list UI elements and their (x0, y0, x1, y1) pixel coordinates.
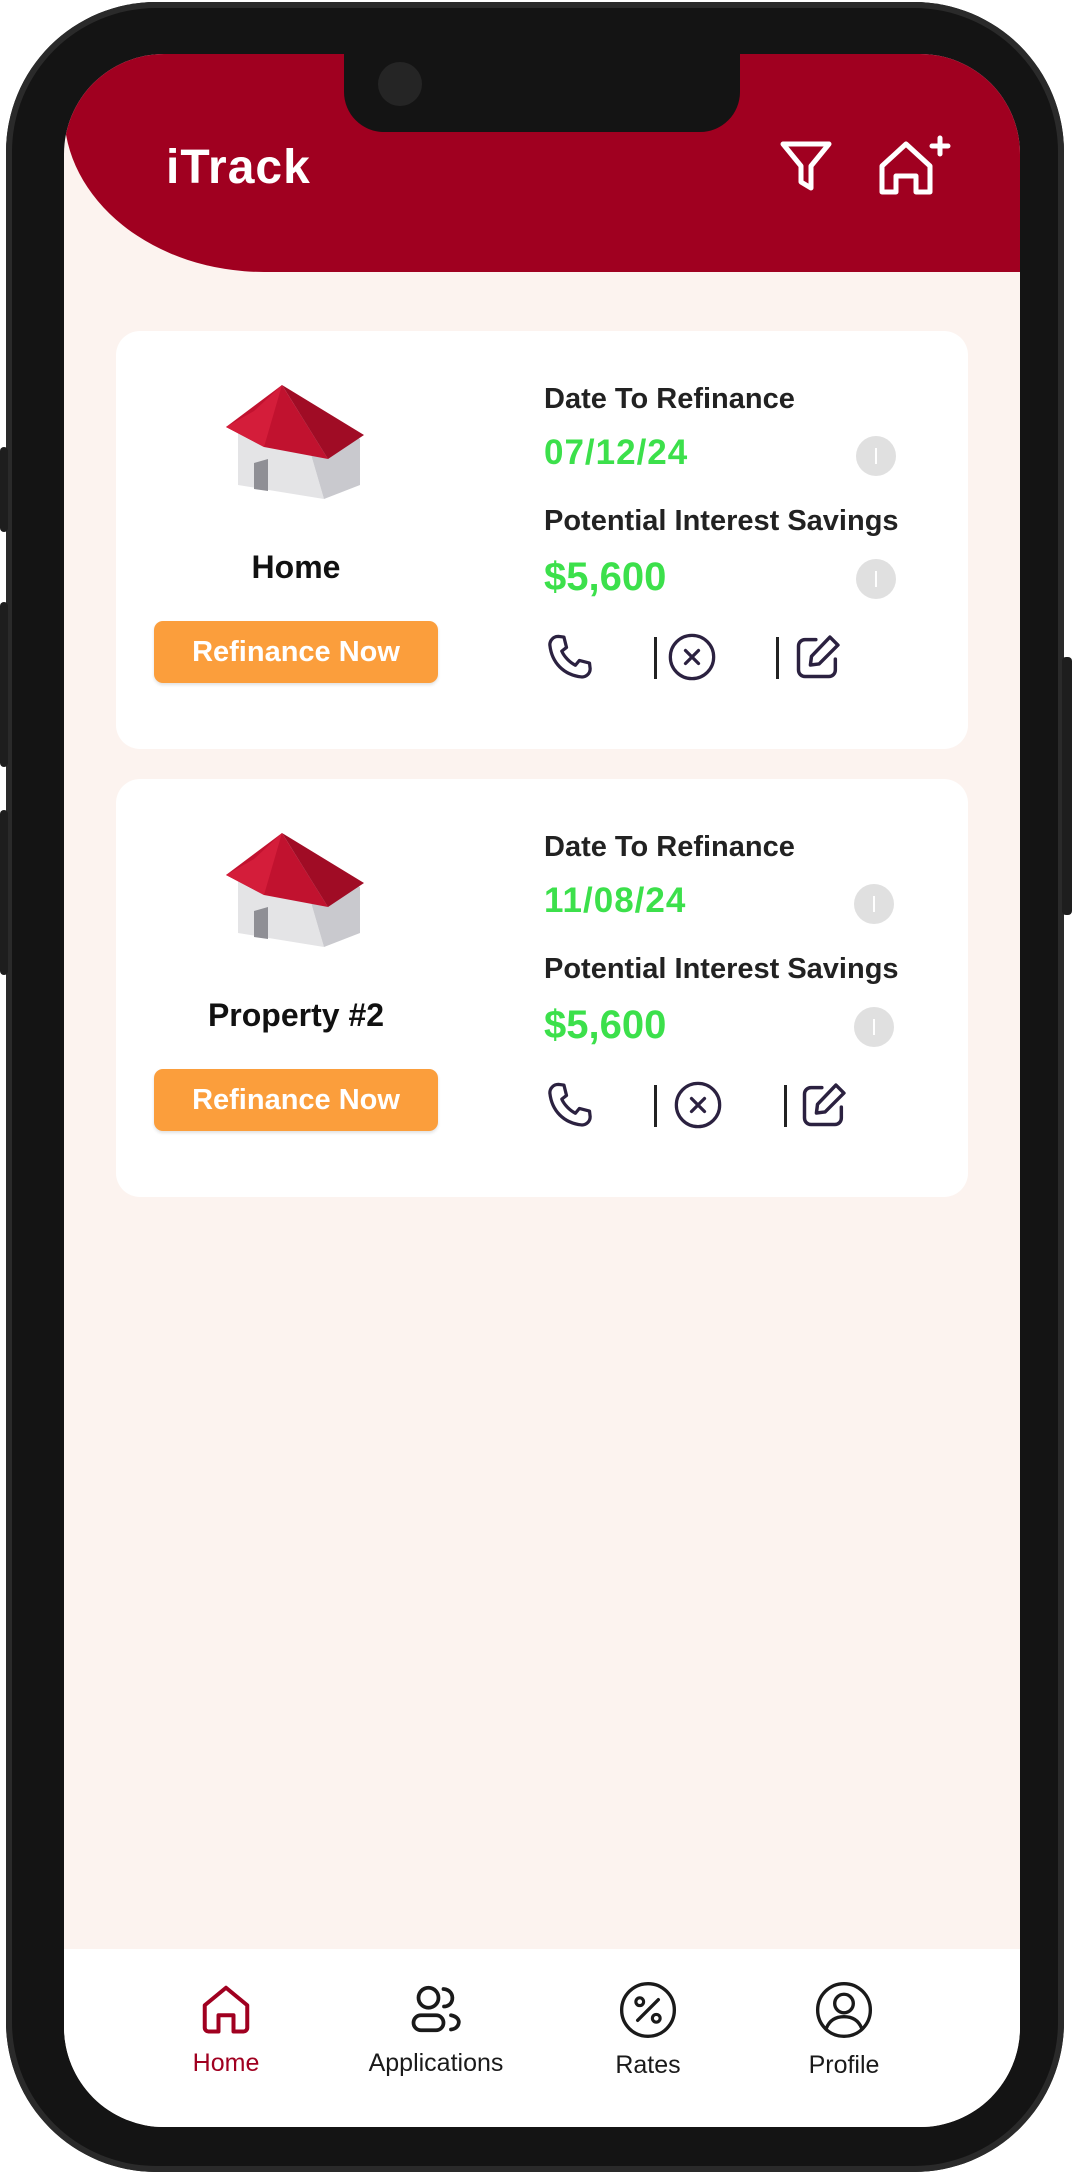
nav-profile[interactable]: Profile (744, 1979, 944, 2080)
refinance-now-button[interactable]: Refinance Now (154, 621, 438, 683)
edit-icon[interactable] (798, 1079, 850, 1131)
home-icon (202, 1985, 250, 2034)
nav-rates[interactable]: Rates (548, 1979, 748, 2080)
date-to-refinance-label: Date To Refinance (544, 383, 795, 415)
property-name: Home (251, 549, 341, 585)
divider (654, 1085, 657, 1127)
app-title: iTrack (166, 141, 311, 194)
cancel-icon[interactable] (666, 631, 718, 683)
potential-savings-value: $5,600 (544, 1003, 667, 1047)
date-to-refinance-label: Date To Refinance (544, 831, 795, 863)
mute-switch (0, 447, 8, 532)
cancel-icon[interactable] (672, 1079, 724, 1131)
volume-down-button (0, 810, 8, 975)
users-icon (411, 1985, 461, 2033)
info-icon[interactable] (856, 559, 896, 599)
filter-icon[interactable] (778, 138, 834, 196)
nav-label: Applications (368, 2049, 504, 2077)
info-icon[interactable] (854, 884, 894, 924)
percent-icon (619, 1981, 677, 2039)
potential-savings-label: Potential Interest Savings (544, 953, 899, 985)
phone-icon[interactable] (544, 631, 596, 683)
divider (654, 637, 657, 679)
nav-label: Rates (615, 2051, 681, 2079)
nav-label: Home (192, 2049, 260, 2077)
app-screen: iTrack Home Refinance Now Date To Refina… (64, 54, 1020, 2127)
edit-icon[interactable] (792, 631, 844, 683)
add-home-icon[interactable] (876, 134, 956, 200)
volume-up-button (0, 602, 8, 767)
divider (776, 637, 779, 679)
info-icon[interactable] (856, 436, 896, 476)
house-icon (226, 385, 364, 499)
divider (784, 1085, 787, 1127)
property-card: Home Refinance Now Date To Refinance 07/… (116, 331, 968, 749)
nav-applications[interactable]: Applications (336, 1979, 536, 2078)
bottom-nav: Home Applications Rates Profile (64, 1949, 1020, 2127)
nav-home[interactable]: Home (126, 1979, 326, 2078)
property-name: Property #2 (207, 997, 385, 1033)
phone-icon[interactable] (544, 1079, 596, 1131)
phone-frame: iTrack Home Refinance Now Date To Refina… (0, 2, 1072, 2172)
house-icon (226, 833, 364, 947)
property-card: Property #2 Refinance Now Date To Refina… (116, 779, 968, 1197)
date-to-refinance-value: 07/12/24 (544, 433, 689, 472)
refinance-now-button[interactable]: Refinance Now (154, 1069, 438, 1131)
potential-savings-label: Potential Interest Savings (544, 505, 899, 537)
front-camera (378, 62, 422, 106)
nav-label: Profile (808, 2051, 880, 2079)
potential-savings-value: $5,600 (544, 555, 667, 599)
user-circle-icon (815, 1981, 873, 2039)
power-button (1062, 657, 1072, 915)
info-icon[interactable] (854, 1007, 894, 1047)
date-to-refinance-value: 11/08/24 (544, 881, 687, 920)
